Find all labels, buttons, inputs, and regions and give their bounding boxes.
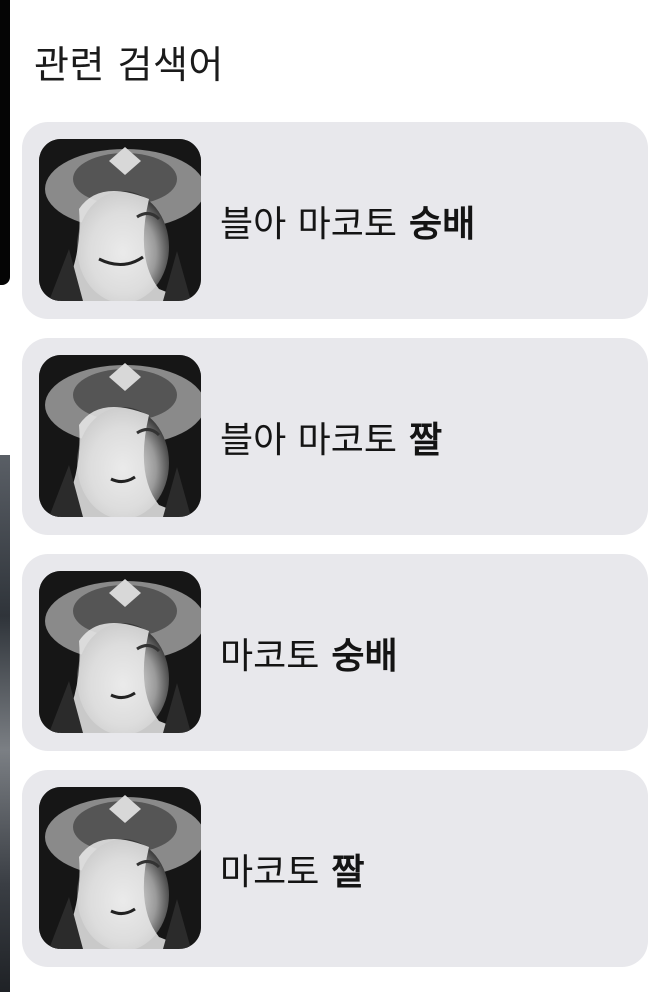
related-search-item[interactable]: 블아 마코토 짤 <box>22 338 648 535</box>
query-text: 마코토 <box>220 851 320 893</box>
background-content-sliver <box>0 0 10 285</box>
anime-character-avatar-icon <box>39 139 201 301</box>
query-highlight: 짤 <box>409 419 443 461</box>
query-highlight: 숭배 <box>409 203 476 245</box>
query-text: 블아 마코토 <box>220 203 398 245</box>
anime-character-avatar-icon <box>39 787 201 949</box>
related-searches-screen: 관련 검색어 블아 마코토 숭배 블아 마코토 짤 마코토 숭배 마코토 짤 <box>0 0 660 992</box>
related-search-label: 마코토 숭배 <box>220 554 398 751</box>
background-image-sliver <box>0 455 10 992</box>
query-highlight: 숭배 <box>331 635 398 677</box>
query-text: 마코토 <box>220 635 320 677</box>
related-search-label: 블아 마코토 짤 <box>220 338 442 535</box>
query-highlight: 짤 <box>331 851 365 893</box>
related-search-item[interactable]: 마코토 짤 <box>22 770 648 967</box>
related-search-item[interactable]: 마코토 숭배 <box>22 554 648 751</box>
section-title: 관련 검색어 <box>34 43 224 87</box>
related-search-label: 블아 마코토 숭배 <box>220 122 475 319</box>
query-text: 블아 마코토 <box>220 419 398 461</box>
anime-character-avatar-icon <box>39 571 201 733</box>
related-search-list: 블아 마코토 숭배 블아 마코토 짤 마코토 숭배 마코토 짤 <box>22 122 648 986</box>
related-search-label: 마코토 짤 <box>220 770 365 967</box>
related-search-item[interactable]: 블아 마코토 숭배 <box>22 122 648 319</box>
anime-character-avatar-icon <box>39 355 201 517</box>
